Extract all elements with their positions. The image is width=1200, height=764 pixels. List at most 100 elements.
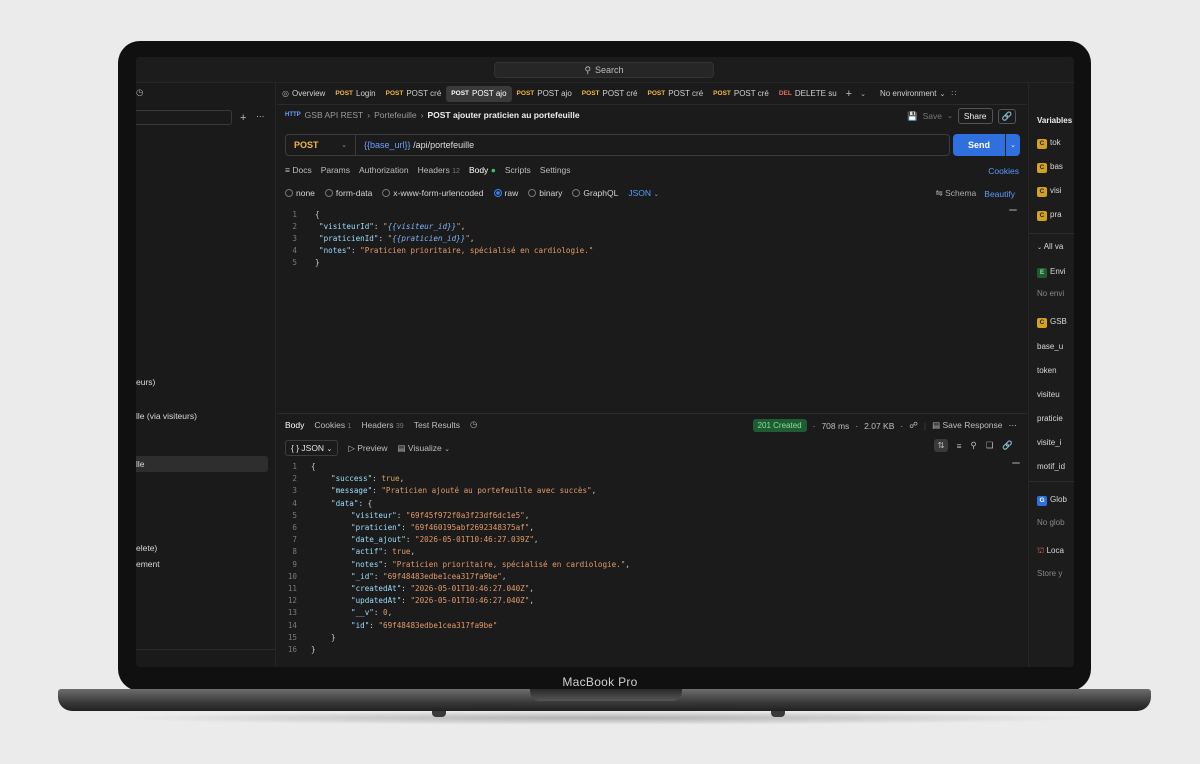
tab-headers[interactable]: Headers 12 — [418, 165, 460, 175]
local-section[interactable]: ⛫ Loca — [1037, 546, 1064, 556]
save-button[interactable]: Save — [923, 111, 942, 121]
tab-request[interactable]: POST POST cré — [642, 86, 708, 102]
search-label: Search — [595, 65, 624, 75]
copy-icon[interactable]: ❏ — [986, 440, 994, 451]
globals-section[interactable]: G Glob — [1037, 495, 1067, 506]
cookies-link[interactable]: Cookies — [988, 166, 1019, 176]
request-body-editor[interactable]: 1 2 3 4 5 { "visiteurId": "{{visiteur_id… — [277, 208, 1017, 408]
resp-tab-body[interactable]: Body — [285, 420, 304, 430]
scrollbar[interactable] — [1012, 462, 1020, 464]
resp-tab-test-results[interactable]: Test Results — [414, 420, 460, 430]
variable-name[interactable]: praticie — [1037, 414, 1063, 423]
tab-overview[interactable]: ◎ Overview — [277, 86, 330, 102]
radio-raw[interactable]: raw — [493, 188, 518, 198]
more-icon[interactable]: ⋯ — [1009, 420, 1018, 431]
response-format-select[interactable]: { } JSON ⌄ — [285, 440, 339, 456]
network-icon[interactable]: ☍ — [909, 420, 918, 431]
sidebar-item[interactable]: eurs) — [136, 377, 155, 387]
send-options-icon[interactable]: ⌄ — [1006, 134, 1020, 156]
sidebar-item[interactable]: lle (via visiteurs) — [136, 411, 197, 421]
chevron-down-icon: ⌄ — [939, 90, 946, 98]
tab-request-active[interactable]: POST POST ajo — [446, 85, 512, 102]
environment-settings-icon[interactable]: ∷ — [951, 89, 956, 98]
schema-icon: ⇋ — [935, 188, 946, 198]
new-tab-icon[interactable]: + — [842, 88, 856, 100]
variable-item[interactable]: Cbas — [1037, 162, 1063, 173]
preview-button[interactable]: ▷ Preview — [348, 443, 387, 454]
radio-binary[interactable]: binary — [528, 188, 562, 198]
titlebar: ⚲ Search — [136, 57, 1074, 83]
variable-name[interactable]: visiteu — [1037, 390, 1060, 399]
tab-body[interactable]: Body ● — [469, 165, 496, 175]
tab-request[interactable]: POST POST cré — [708, 86, 774, 102]
variable-item[interactable]: Ctok — [1037, 138, 1061, 149]
sidebar-item[interactable]: elete) — [136, 543, 157, 553]
history-icon[interactable]: ◷ — [470, 419, 477, 430]
scrollbar[interactable] — [1009, 209, 1017, 211]
tab-request[interactable]: POST POST cré — [577, 86, 643, 102]
store-text: Store y — [1037, 569, 1063, 578]
chevron-down-icon[interactable]: ⌄ — [947, 112, 953, 120]
sidebar-filter-input[interactable] — [136, 110, 232, 125]
save-response-button[interactable]: ▤ Save Response — [932, 420, 1002, 431]
send-button[interactable]: Send — [953, 134, 1005, 156]
add-icon[interactable]: + — [240, 112, 246, 124]
variable-item[interactable]: Cpra — [1037, 210, 1062, 221]
code-line: "notes": "Praticien prioritaire, spécial… — [319, 246, 594, 255]
wrap-lines-icon[interactable]: ⇅ — [934, 439, 948, 452]
variable-name[interactable]: token — [1037, 366, 1057, 375]
variable-name[interactable]: motif_id — [1037, 462, 1065, 471]
variable-name[interactable]: base_u — [1037, 342, 1063, 351]
chevron-down-icon[interactable]: ⌄ — [856, 90, 870, 98]
tab-request[interactable]: DEL DELETE su — [774, 86, 842, 102]
variable-name[interactable]: visite_i — [1037, 438, 1061, 447]
all-variables-toggle[interactable]: ⌄ All va — [1037, 242, 1063, 251]
collection-section[interactable]: C GSB — [1037, 317, 1067, 328]
tab-docs[interactable]: ≡ Docs — [285, 165, 312, 175]
visualize-button[interactable]: ▤ Visualize ⌄ — [397, 443, 450, 454]
resp-tab-headers[interactable]: Headers 39 — [361, 420, 403, 430]
code-line: "createdAt": "2026-05-01T10:46:27.040Z", — [351, 584, 534, 593]
status-badge[interactable]: 201 Created — [752, 419, 807, 432]
schema-button[interactable]: ⇋ Schema — [936, 188, 977, 199]
url-input[interactable]: {{base_url}} /api/portefeuille — [356, 140, 474, 150]
code-line: "success": true, — [331, 474, 405, 484]
more-icon[interactable]: ⋯ — [256, 111, 265, 122]
method-select[interactable]: POST ⌄ — [286, 135, 356, 155]
share-button[interactable]: Share — [957, 108, 993, 124]
resp-tab-cookies[interactable]: Cookies 1 — [314, 420, 351, 430]
tab-request[interactable]: POST POST ajo — [512, 86, 577, 102]
radio-urlencoded[interactable]: x-www-form-urlencoded — [382, 188, 484, 198]
body-format-select[interactable]: JSON ⌄ — [628, 188, 659, 198]
code-line: "praticienId": "{{praticien_id}}", — [319, 234, 475, 243]
tab-authorization[interactable]: Authorization — [359, 165, 409, 175]
search-box[interactable]: ⚲ Search — [494, 62, 714, 78]
radio-none[interactable]: none — [285, 188, 315, 198]
response-size[interactable]: 2.07 KB — [864, 421, 894, 431]
tab-scripts[interactable]: Scripts — [505, 165, 531, 175]
request-title[interactable]: POST ajouter praticien au portefeuille — [427, 110, 579, 120]
laptop-shadow — [110, 711, 1100, 725]
link-icon[interactable]: 🔗 — [997, 108, 1017, 124]
environment-section[interactable]: E Envi — [1037, 267, 1066, 278]
variable-item[interactable]: Cvisi — [1037, 186, 1062, 197]
response-body-viewer[interactable]: 1 2 3 4 5 6 7 8 9 10 11 12 13 14 15 16 {… — [277, 461, 1017, 661]
tab-params[interactable]: Params — [321, 165, 350, 175]
sidebar-item[interactable]: ement — [136, 559, 160, 569]
radio-graphql[interactable]: GraphQL — [572, 188, 618, 198]
environment-select[interactable]: No environment ⌄ — [880, 89, 945, 98]
history-icon[interactable]: ◷ — [136, 87, 143, 98]
tab-login[interactable]: POST Login — [330, 86, 380, 102]
radio-form-data[interactable]: form-data — [324, 188, 372, 198]
filter-icon[interactable]: ≡ — [957, 441, 962, 451]
search-icon[interactable]: ⚲ — [971, 440, 977, 451]
tab-settings[interactable]: Settings — [540, 165, 571, 175]
play-icon: ▷ — [348, 442, 358, 453]
sidebar-item-selected[interactable]: lle — [136, 456, 268, 472]
tab-request[interactable]: POST POST cré — [381, 86, 447, 102]
breadcrumb-collection[interactable]: GSB API REST — [305, 110, 364, 120]
breadcrumb-folder[interactable]: Portefeuille — [374, 110, 417, 120]
link-icon[interactable]: 🔗 — [1002, 440, 1013, 451]
response-time[interactable]: 708 ms — [821, 421, 849, 431]
beautify-button[interactable]: Beautify — [984, 189, 1015, 199]
